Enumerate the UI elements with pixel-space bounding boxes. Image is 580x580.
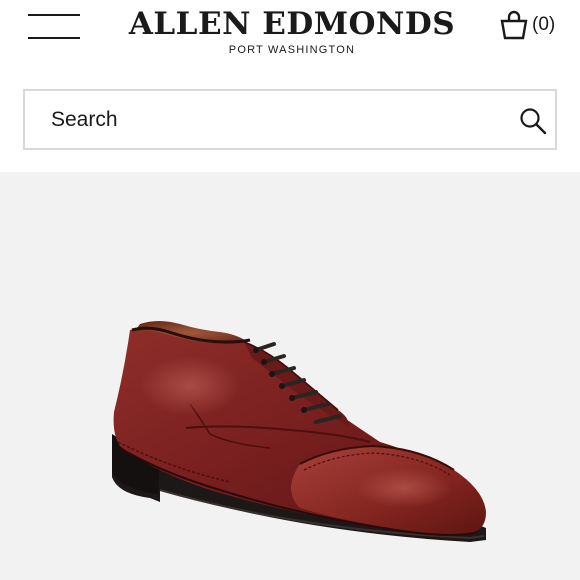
brand-logo[interactable]: ALLEN EDMONDS PORT WASHINGTON [125,6,459,57]
product-image[interactable] [0,172,580,580]
site-header: ALLEN EDMONDS PORT WASHINGTON (0) [0,0,580,64]
product-image-area [0,172,580,580]
search-icon[interactable] [519,107,547,135]
menu-line-top [28,14,80,16]
brand-name: ALLEN EDMONDS [128,6,456,42]
product-page: ALLEN EDMONDS PORT WASHINGTON (0) [0,0,580,580]
shopping-bag-icon [500,10,528,40]
hamburger-menu-icon[interactable] [22,8,86,44]
brand-subtitle: PORT WASHINGTON [228,44,356,56]
menu-line-bottom [28,37,80,39]
search-input[interactable] [25,91,495,148]
cart-button[interactable]: (0) [500,8,566,42]
search-bar [23,89,557,150]
cart-count: (0) [532,14,556,35]
